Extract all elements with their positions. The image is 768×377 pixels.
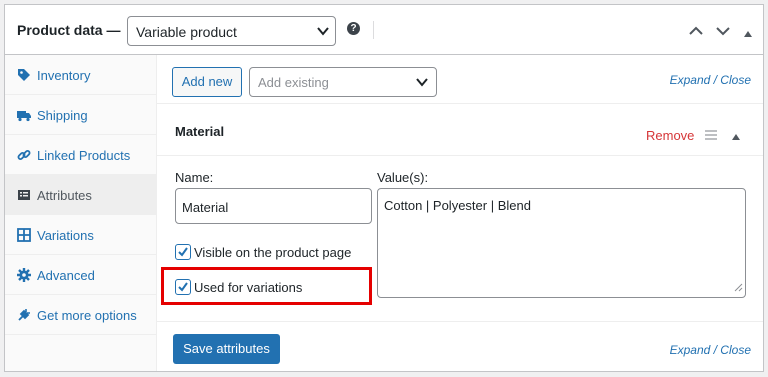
link-icon [17, 148, 31, 162]
drag-handle-icon[interactable] [705, 128, 717, 143]
checkbox-label: Visible on the product page [194, 245, 352, 260]
product-data-panel: Product data — Variable product ? Invent… [4, 4, 764, 372]
resize-handle-icon[interactable] [734, 280, 743, 295]
add-existing-select[interactable]: Add existing [249, 67, 437, 97]
tab-label: Advanced [37, 268, 95, 283]
tab-label: Attributes [37, 188, 92, 203]
tab-attributes[interactable]: Attributes [5, 175, 156, 215]
tab-inventory[interactable]: Inventory [5, 55, 156, 95]
gear-icon [17, 268, 31, 282]
attribute-name-input[interactable]: Material [175, 188, 372, 224]
product-type-value: Variable product [136, 24, 237, 40]
tab-get-more-options[interactable]: Get more options [5, 295, 156, 335]
chevron-down-icon [416, 75, 428, 92]
product-type-select[interactable]: Variable product [127, 16, 336, 46]
tab-linked-products[interactable]: Linked Products [5, 135, 156, 175]
attribute-values-text: Cotton | Polyester | Blend [384, 198, 531, 213]
chevron-down-icon [317, 24, 329, 41]
collapse-attribute-icon[interactable] [731, 129, 741, 144]
tab-advanced[interactable]: Advanced [5, 255, 156, 295]
product-data-tabs: Inventory Shipping Linked Products Attri… [5, 55, 157, 371]
list-icon [17, 188, 31, 202]
expand-close-link[interactable]: Expand / Close [670, 343, 751, 357]
remove-attribute-link[interactable]: Remove [646, 128, 694, 143]
move-down-icon[interactable] [716, 24, 730, 39]
tab-shipping[interactable]: Shipping [5, 95, 156, 135]
save-attributes-button[interactable]: Save attributes [173, 334, 280, 364]
plugin-icon [17, 308, 31, 322]
tab-label: Get more options [37, 308, 137, 323]
tab-label: Shipping [37, 108, 88, 123]
add-new-button[interactable]: Add new [172, 67, 242, 97]
help-icon[interactable]: ? [347, 22, 360, 35]
move-up-icon[interactable] [689, 24, 703, 39]
tab-label: Inventory [37, 68, 91, 83]
expand-close-link[interactable]: Expand / Close [670, 73, 751, 87]
attribute-values-textarea[interactable]: Cotton | Polyester | Blend [377, 188, 746, 298]
values-label: Value(s): [377, 170, 429, 185]
collapse-panel-icon[interactable] [743, 26, 753, 41]
grid-icon [17, 228, 31, 242]
attribute-header[interactable]: Material Remove [157, 104, 763, 156]
attribute-name-value: Material [182, 200, 229, 215]
attributes-panel: Add new Add existing Expand / Close Mate… [157, 55, 763, 371]
attributes-toolbar: Add new Add existing Expand / Close [157, 55, 763, 104]
checkbox[interactable] [175, 244, 191, 260]
product-data-title: Product data — [17, 22, 121, 38]
name-label: Name: [175, 170, 214, 185]
add-existing-placeholder: Add existing [258, 75, 329, 90]
attributes-footer: Save attributes Expand / Close [157, 321, 763, 371]
tab-label: Linked Products [37, 148, 131, 163]
header-divider [373, 21, 374, 39]
attribute-title: Material [175, 124, 225, 139]
tab-variations[interactable]: Variations [5, 215, 156, 255]
tab-label: Variations [37, 228, 94, 243]
checkbox[interactable] [175, 279, 191, 295]
product-data-header: Product data — Variable product ? [5, 5, 763, 55]
tag-icon [17, 68, 31, 82]
checkbox-label: Used for variations [194, 280, 303, 295]
truck-icon [17, 108, 31, 122]
